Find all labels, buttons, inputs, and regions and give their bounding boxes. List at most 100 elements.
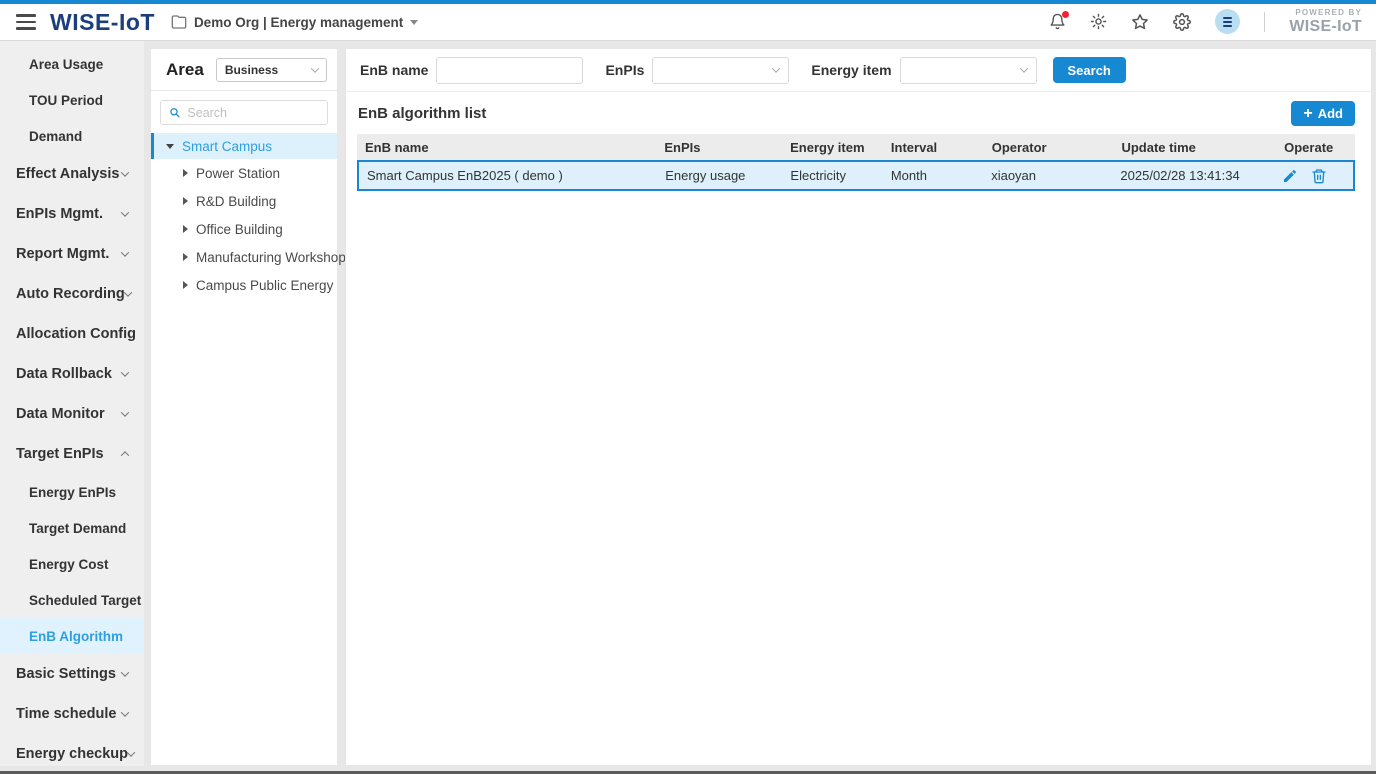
settings-button[interactable] — [1173, 13, 1191, 31]
star-icon — [1131, 13, 1149, 31]
tree-node-smart-campus[interactable]: Smart Campus — [151, 133, 337, 159]
area-search-input[interactable] — [187, 106, 319, 120]
chevron-down-icon — [121, 208, 129, 216]
sidebar-item-target-demand[interactable]: Target Demand — [0, 510, 144, 546]
add-button[interactable]: Add — [1291, 101, 1355, 126]
chevron-down-icon — [121, 668, 129, 676]
main-sidebar: Area Usage TOU Period Demand Effect Anal… — [0, 41, 144, 766]
chevron-down-icon — [121, 168, 129, 176]
sidebar-item-time-schedule[interactable]: Time schedule — [0, 694, 144, 734]
sidebar-item-enpis-mgmt[interactable]: EnPIs Mgmt. — [0, 194, 144, 234]
chevron-down-icon — [124, 288, 132, 296]
tree-collapse-icon — [166, 144, 174, 149]
menu-icon[interactable] — [16, 14, 36, 30]
favorites-button[interactable] — [1131, 13, 1149, 31]
column-header-interval: Interval — [883, 140, 984, 155]
cell-operator: xiaoyan — [983, 168, 1112, 183]
tree-expand-icon — [183, 225, 188, 233]
cell-enb-name: Smart Campus EnB2025 ( demo ) — [359, 168, 657, 183]
area-tree-panel: Area Business Smart Campus Power Station… — [150, 48, 338, 766]
chevron-down-icon — [121, 708, 129, 716]
chevron-down-icon — [121, 248, 129, 256]
area-type-value: Business — [225, 63, 278, 77]
table-row[interactable]: Smart Campus EnB2025 ( demo ) Energy usa… — [357, 160, 1355, 191]
table-header-row: EnB name EnPIs Energy item Interval Oper… — [357, 134, 1355, 160]
cell-enpis: Energy usage — [657, 168, 782, 183]
powered-by-logo: POWERED BY WISE-IoT — [1289, 9, 1362, 35]
sidebar-item-demand[interactable]: Demand — [0, 118, 144, 154]
chevron-down-icon — [121, 368, 129, 376]
sidebar-item-enb-algorithm[interactable]: EnB Algorithm — [0, 618, 144, 654]
column-header-operate: Operate — [1276, 140, 1355, 155]
column-header-energy-item: Energy item — [782, 140, 883, 155]
tree-node-office-building[interactable]: Office Building — [151, 215, 337, 243]
folder-icon — [171, 14, 187, 30]
sidebar-item-target-enpis[interactable]: Target EnPIs — [0, 434, 144, 474]
theme-button[interactable] — [1090, 13, 1107, 30]
energy-item-select[interactable] — [900, 57, 1037, 84]
enpis-label: EnPIs — [605, 62, 644, 78]
plus-icon — [1303, 106, 1312, 122]
sidebar-item-energy-enpis[interactable]: Energy EnPIs — [0, 474, 144, 510]
tree-node-campus-public-energy[interactable]: Campus Public Energy — [151, 271, 337, 299]
header-divider — [1264, 12, 1265, 32]
sidebar-item-basic-settings[interactable]: Basic Settings — [0, 654, 144, 694]
list-title: EnB algorithm list — [358, 105, 486, 122]
org-selector[interactable]: Demo Org | Energy management — [171, 14, 418, 30]
cell-interval: Month — [883, 168, 983, 183]
main-content-panel: EnB name EnPIs Energy item Search EnB al… — [345, 48, 1372, 766]
enb-name-input[interactable] — [436, 57, 583, 84]
search-icon — [169, 106, 180, 119]
caret-down-icon — [410, 20, 418, 25]
filter-bar: EnB name EnPIs Energy item Search — [346, 49, 1371, 92]
org-label: Demo Org | Energy management — [194, 15, 403, 30]
chevron-down-icon — [127, 748, 135, 756]
sidebar-item-auto-recording[interactable]: Auto Recording — [0, 274, 144, 314]
chevron-down-icon — [772, 64, 780, 72]
tree-expand-icon — [183, 253, 188, 261]
cell-operate — [1274, 168, 1353, 184]
chevron-up-icon — [121, 451, 129, 459]
search-button[interactable]: Search — [1053, 57, 1126, 83]
delete-icon[interactable] — [1311, 168, 1327, 184]
chevron-down-icon — [1019, 64, 1027, 72]
sidebar-item-report-mgmt[interactable]: Report Mgmt. — [0, 234, 144, 274]
column-header-enpis: EnPIs — [656, 140, 782, 155]
sidebar-item-effect-analysis[interactable]: Effect Analysis — [0, 154, 144, 194]
list-header: EnB algorithm list Add — [346, 92, 1371, 134]
brightness-icon — [1090, 13, 1107, 30]
area-type-select[interactable]: Business — [216, 58, 327, 82]
sidebar-item-energy-cost[interactable]: Energy Cost — [0, 546, 144, 582]
column-header-enb-name: EnB name — [357, 140, 656, 155]
sidebar-item-data-monitor[interactable]: Data Monitor — [0, 394, 144, 434]
tree-expand-icon — [183, 197, 188, 205]
cell-update-time: 2025/02/28 13:41:34 — [1112, 168, 1274, 183]
tree-expand-icon — [183, 281, 188, 289]
notification-dot — [1062, 11, 1069, 18]
sidebar-item-tou-period[interactable]: TOU Period — [0, 82, 144, 118]
chevron-down-icon — [311, 64, 319, 72]
area-panel-title: Area — [166, 60, 204, 80]
app-header: WISE-IoT Demo Org | Energy management PO… — [0, 4, 1376, 41]
user-avatar[interactable] — [1215, 9, 1240, 34]
enpis-select[interactable] — [652, 57, 789, 84]
energy-item-label: Energy item — [811, 62, 891, 78]
sidebar-item-scheduled-target[interactable]: Scheduled Target — [0, 582, 144, 618]
sidebar-item-allocation-config[interactable]: Allocation Config — [0, 314, 144, 354]
tree-expand-icon — [183, 169, 188, 177]
edit-icon[interactable] — [1282, 168, 1298, 184]
sidebar-item-energy-checkup[interactable]: Energy checkup — [0, 734, 144, 766]
area-search-box — [160, 100, 328, 125]
tree-node-power-station[interactable]: Power Station — [151, 159, 337, 187]
app-logo: WISE-IoT — [50, 9, 155, 36]
gear-icon — [1173, 13, 1191, 31]
sidebar-item-area-usage[interactable]: Area Usage — [0, 46, 144, 82]
notifications-button[interactable] — [1049, 13, 1066, 30]
tree-node-manufacturing-workshop[interactable]: Manufacturing Workshop — [151, 243, 337, 271]
cell-energy-item: Electricity — [782, 168, 882, 183]
column-header-operator: Operator — [984, 140, 1114, 155]
column-header-update-time: Update time — [1113, 140, 1276, 155]
tree-node-rd-building[interactable]: R&D Building — [151, 187, 337, 215]
chevron-down-icon — [121, 408, 129, 416]
sidebar-item-data-rollback[interactable]: Data Rollback — [0, 354, 144, 394]
